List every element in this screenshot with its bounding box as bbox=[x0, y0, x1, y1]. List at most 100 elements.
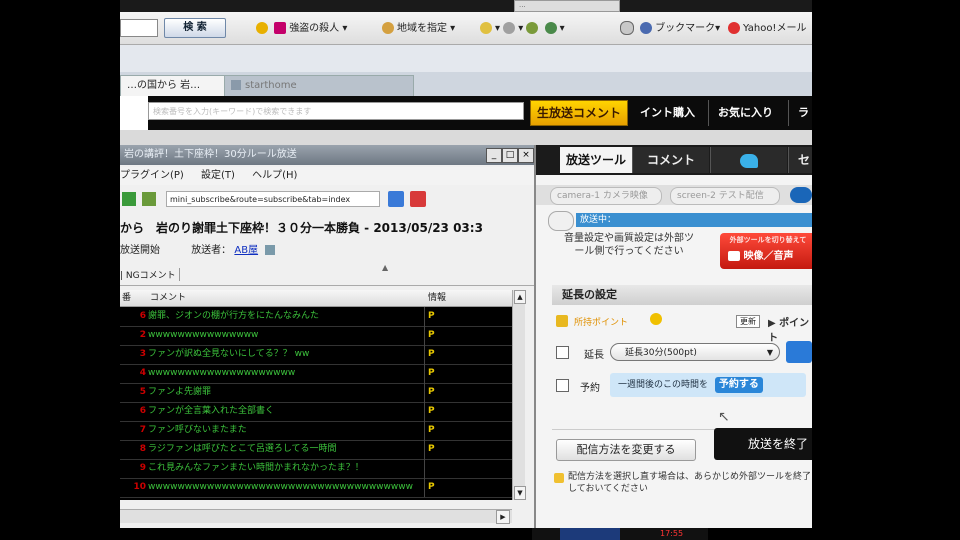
extend-apply-button[interactable] bbox=[786, 341, 812, 363]
status-bar: 放送中： bbox=[576, 213, 812, 227]
end-broadcast-button[interactable]: 放送を終了 bbox=[714, 428, 812, 460]
row-divider bbox=[424, 440, 425, 459]
header-link-points[interactable]: イント購入 bbox=[640, 104, 695, 120]
vertical-scrollbar[interactable]: ▲ ▼ bbox=[512, 290, 526, 500]
tab-comment[interactable]: コメント bbox=[632, 147, 709, 173]
row-number: 6 bbox=[139, 406, 146, 416]
menu-help[interactable]: ヘルプ(H) bbox=[252, 170, 297, 181]
lightbulb-icon bbox=[256, 22, 268, 34]
extension-heading: 延長の設定 bbox=[552, 285, 812, 305]
points-icon bbox=[556, 315, 568, 327]
refresh-icon bbox=[620, 21, 634, 35]
table-row[interactable]: 10 wwwwwwwwwwwwwwwwwwwwwwwwwwwwwwwwwwww P bbox=[120, 478, 512, 498]
broadcast-meta: 放送開始 放送者： AB屋 bbox=[120, 241, 276, 256]
col-info[interactable]: 情報 bbox=[428, 290, 446, 306]
toolbar-item-label: Yahoo!メール bbox=[743, 23, 807, 34]
comment-window-addressbar: mini_subscribe&route=subscribe&tab=index bbox=[120, 187, 534, 211]
tab-current[interactable]: …の国から 岩… bbox=[120, 75, 226, 96]
header-link-more[interactable]: ラ bbox=[798, 104, 809, 120]
site-search-input[interactable]: 検索番号を入力(キーワード)で検索できます bbox=[148, 102, 524, 120]
row-info: P bbox=[428, 349, 435, 359]
subtab-camera[interactable]: camera-1 カメラ映像 bbox=[550, 187, 662, 205]
point-link[interactable]: ▶ ポイント bbox=[768, 314, 812, 344]
row-info: P bbox=[428, 482, 435, 492]
row-comment: wwwwwwwwwwwwwww bbox=[148, 330, 259, 340]
toolbar-bookmarks[interactable]: ブックマーク▾ bbox=[620, 20, 720, 38]
row-info: P bbox=[428, 311, 435, 321]
reserve-button[interactable]: 予約する bbox=[714, 377, 763, 393]
horizontal-scrollbar[interactable]: ▶ bbox=[120, 509, 512, 524]
toolbar-mail[interactable]: Yahoo!メール bbox=[728, 20, 806, 38]
table-row[interactable]: 9 これ見みんなファンまたい時間かまれなかったま？！ bbox=[120, 459, 512, 479]
toolbar-search-button[interactable]: 検 索 bbox=[164, 18, 226, 38]
table-row[interactable]: 2 wwwwwwwwwwwwwww P bbox=[120, 326, 512, 346]
top-window-chip[interactable]: ... bbox=[514, 0, 620, 12]
row-info: P bbox=[428, 368, 435, 378]
pen-icon bbox=[480, 22, 492, 34]
toolbar-tools[interactable]: ▾ ▾ ▾ bbox=[480, 20, 565, 38]
mail-icon bbox=[728, 22, 740, 34]
row-comment: ラジファンは呼びたとこて呂選ろしてる一時間 bbox=[148, 444, 337, 454]
back-arrow-icon bbox=[728, 251, 740, 261]
row-divider bbox=[424, 307, 425, 326]
broadcaster-link[interactable]: AB屋 bbox=[234, 245, 258, 256]
user-icon bbox=[503, 22, 516, 34]
page-icon[interactable] bbox=[142, 192, 156, 206]
top-strip: ... bbox=[120, 0, 812, 12]
comment-grid-header: 番 コメント 情報 bbox=[120, 290, 512, 307]
tab-ng-comments[interactable]: | NGコメント bbox=[120, 268, 180, 281]
close-button[interactable]: × bbox=[518, 148, 534, 163]
toolbar-item-1[interactable]: 強盗の殺人 ▾ bbox=[256, 20, 347, 38]
stop-icon[interactable] bbox=[410, 191, 426, 207]
comment-window-title: 岩の講評！土下座枠！30分ルール放送 bbox=[124, 149, 297, 160]
comment-window-url[interactable]: mini_subscribe&route=subscribe&tab=index bbox=[166, 191, 380, 207]
extend-checkbox[interactable] bbox=[556, 346, 569, 359]
warning-icon bbox=[554, 473, 564, 483]
row-divider bbox=[424, 383, 425, 402]
toolbar-item-2[interactable]: 地域を指定 ▾ bbox=[382, 20, 455, 38]
extend-select[interactable]: 延長30分(500pt) ▼ bbox=[610, 343, 780, 361]
table-row[interactable]: 6 ファンが全言葉入れた全部書く P bbox=[120, 402, 512, 422]
col-comment[interactable]: コメント bbox=[150, 290, 186, 306]
tab-settings[interactable]: セ bbox=[788, 147, 812, 173]
table-row[interactable]: 8 ラジファンは呼びたとこて呂選ろしてる一時間 P bbox=[120, 440, 512, 460]
nav-icon[interactable] bbox=[122, 192, 136, 206]
menu-settings[interactable]: 設定(T) bbox=[201, 170, 235, 181]
row-info: P bbox=[428, 330, 435, 340]
table-row[interactable]: 3 ファンが訳ぬ全見ないにしてる？？ ww P bbox=[120, 345, 512, 365]
scroll-right-icon[interactable]: ▶ bbox=[496, 510, 510, 524]
switch-source-button[interactable]: 外部ツールを切り替えて 映像／音声 bbox=[720, 233, 812, 269]
menu-plugin[interactable]: プラグイン(P) bbox=[120, 170, 184, 181]
tab-twitter[interactable] bbox=[710, 147, 787, 173]
collapse-icon[interactable]: ▲ bbox=[382, 263, 388, 272]
taskbar-item[interactable] bbox=[560, 528, 620, 540]
table-row[interactable]: 6 謝罪、ジオンの棚が行方をにたんなみんた P bbox=[120, 307, 512, 327]
table-row[interactable]: 4 wwwwwwwwwwwwwwwwwwww P bbox=[120, 364, 512, 384]
scroll-up-icon[interactable]: ▲ bbox=[514, 290, 526, 304]
minimize-button[interactable]: _ bbox=[486, 148, 502, 163]
source-subtabs: camera-1 カメラ映像 screen-2 テスト配信 bbox=[536, 185, 812, 205]
subtab-active[interactable] bbox=[790, 187, 812, 203]
maximize-button[interactable]: □ bbox=[502, 148, 518, 163]
header-link-favorites[interactable]: お気に入り bbox=[718, 104, 773, 120]
scroll-down-icon[interactable]: ▼ bbox=[514, 486, 526, 500]
change-method-button[interactable]: 配信方法を変更する bbox=[556, 439, 696, 461]
update-button[interactable]: 更新 bbox=[736, 315, 760, 328]
col-number[interactable]: 番 bbox=[122, 290, 131, 306]
toolbar-search-input[interactable] bbox=[120, 19, 158, 37]
tab-starthome[interactable]: starthome bbox=[224, 75, 414, 96]
comment-badge-button[interactable]: 生放送コメント bbox=[530, 100, 628, 126]
subtab-test[interactable]: screen-2 テスト配信 bbox=[670, 187, 780, 205]
comment-window: 岩の講評！土下座枠！30分ルール放送 _ □ × プラグイン(P) 設定(T) … bbox=[120, 145, 536, 528]
row-comment: ファンよ先謝罪 bbox=[148, 387, 212, 397]
reserve-checkbox[interactable] bbox=[556, 379, 569, 392]
tab-broadcast-tool[interactable]: 放送ツール bbox=[560, 147, 632, 173]
extend-select-value: 延長30分(500pt) bbox=[625, 348, 697, 358]
go-icon[interactable] bbox=[388, 191, 404, 207]
table-row[interactable]: 7 ファン呼びないまたまた P bbox=[120, 421, 512, 441]
row-comment: 謝罪、ジオンの棚が行方をにたんなみんた bbox=[148, 311, 320, 321]
chevron-down-icon: ▼ bbox=[766, 348, 773, 357]
toolbar-item-label: ブックマーク▾ bbox=[655, 23, 721, 34]
broadcast-title: から 岩のり謝罪土下座枠！３０分一本勝負 - 2013/05/23 03:3 bbox=[120, 221, 483, 235]
table-row[interactable]: 5 ファンよ先謝罪 P bbox=[120, 383, 512, 403]
